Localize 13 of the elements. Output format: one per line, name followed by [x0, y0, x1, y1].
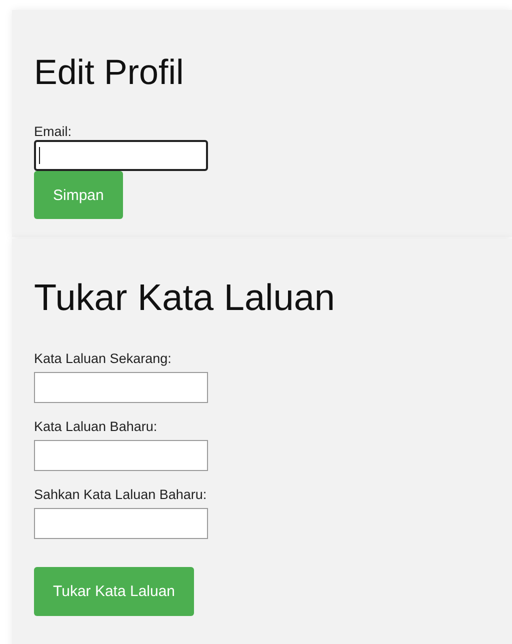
- field-label: Sahkan Kata Laluan Baharu:: [34, 487, 207, 503]
- submit-button[interactable]: Tukar Kata Laluan: [34, 567, 194, 616]
- field-label: Email:: [34, 124, 72, 140]
- section-title: Edit Profil: [34, 52, 184, 94]
- input-field[interactable]: [34, 440, 208, 471]
- field-label: Kata Laluan Baharu:: [34, 419, 158, 435]
- submit-button[interactable]: Simpan: [34, 171, 123, 219]
- section-title: Tukar Kata Laluan: [34, 277, 335, 319]
- input-field[interactable]: [34, 372, 208, 403]
- input-field[interactable]: [34, 140, 208, 171]
- text-cursor: [39, 147, 40, 164]
- field-label: Kata Laluan Sekarang:: [34, 351, 172, 367]
- input-field[interactable]: [34, 508, 208, 539]
